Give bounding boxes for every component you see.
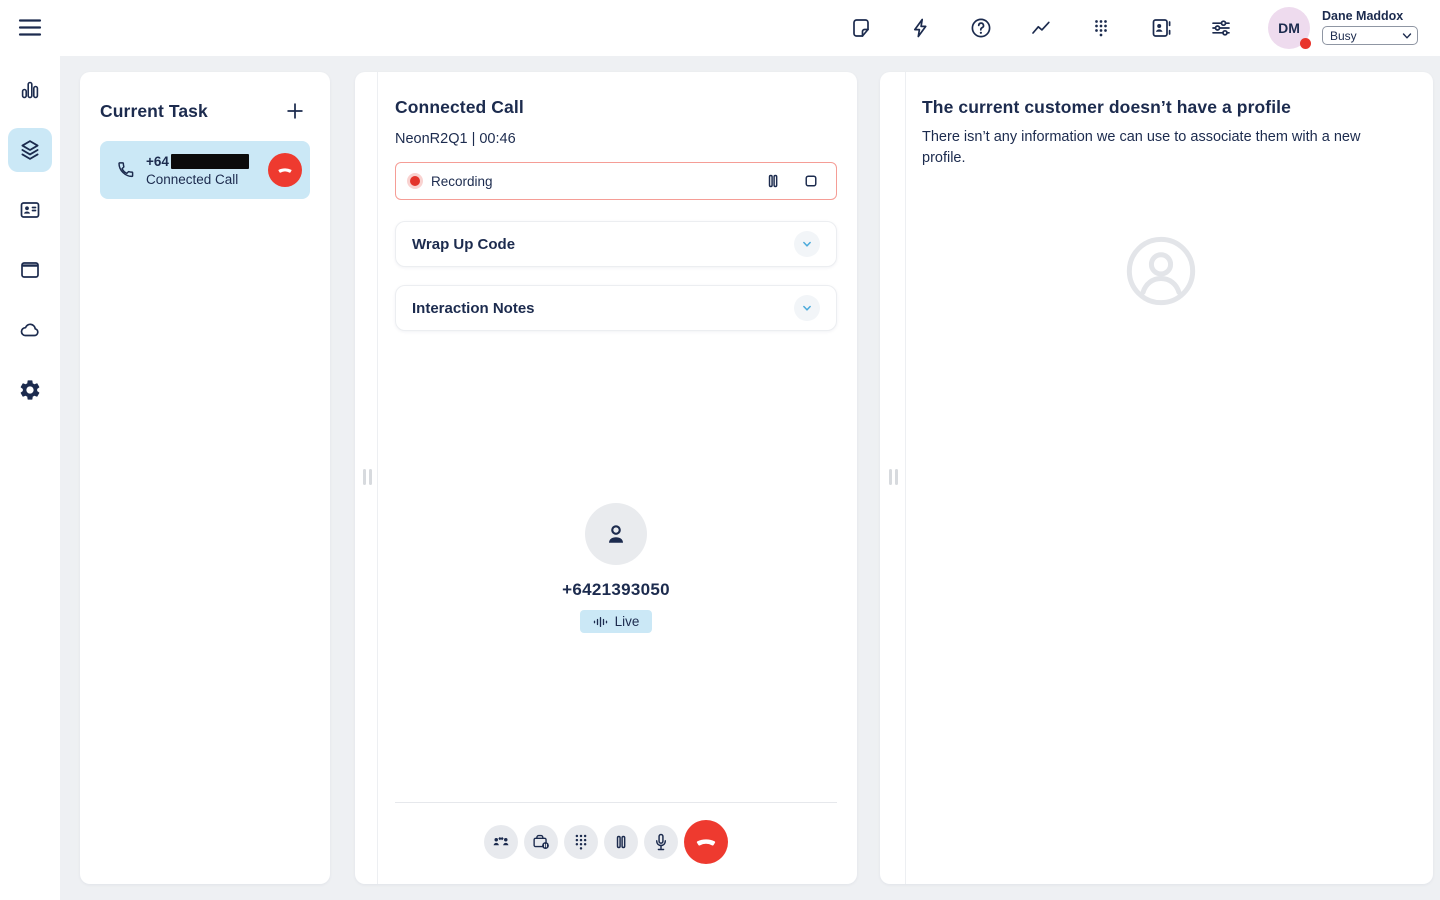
connected-call-title: Connected Call	[395, 97, 837, 118]
contact-avatar	[585, 503, 647, 565]
phone-icon	[114, 159, 136, 181]
performance-icon[interactable]	[1029, 16, 1053, 40]
settings-icon	[18, 378, 42, 402]
user-name: Dane Maddox	[1322, 9, 1418, 23]
panel-resize-handle[interactable]	[363, 469, 372, 485]
avatar[interactable]: DM	[1268, 7, 1310, 49]
recording-label: Recording	[431, 174, 493, 189]
current-task-panel: Current Task +64 Connected Call	[80, 72, 330, 884]
call-controls	[355, 820, 857, 864]
panel-gutter	[355, 72, 378, 884]
waveform-icon	[593, 615, 608, 629]
quick-actions-icon[interactable]	[909, 16, 933, 40]
session-info: NeonR2Q1 | 00:46	[395, 131, 837, 147]
mute-icon[interactable]	[644, 825, 678, 859]
notes-icon[interactable]	[849, 16, 873, 40]
user-block: Dane Maddox Busy	[1322, 9, 1418, 45]
current-task-title: Current Task	[100, 101, 208, 122]
transfer-icon[interactable]	[484, 825, 518, 859]
sidebar-item-analytics[interactable]	[8, 68, 52, 112]
status-dot	[1300, 38, 1311, 49]
analytics-icon	[18, 78, 42, 102]
no-profile-title: The current customer doesn’t have a prof…	[922, 97, 1409, 118]
task-number: +64	[146, 154, 249, 169]
sidebar-item-settings[interactable]	[8, 368, 52, 412]
cloud-icon	[18, 318, 42, 342]
dialpad-icon[interactable]	[1089, 16, 1113, 40]
live-badge: Live	[580, 610, 653, 633]
panel-resize-handle[interactable]	[889, 469, 898, 485]
help-icon[interactable]	[969, 16, 993, 40]
panel-gutter	[880, 72, 906, 884]
directory-icon	[18, 198, 42, 222]
interaction-notes-accordion[interactable]: Interaction Notes	[395, 285, 837, 331]
redacted-number	[171, 154, 249, 169]
chevron-down-icon	[794, 295, 820, 321]
preferences-icon[interactable]	[1209, 16, 1233, 40]
stop-recording-icon[interactable]	[800, 170, 822, 192]
no-profile-description: There isn’t any information we can use t…	[922, 127, 1400, 169]
end-call-icon[interactable]	[684, 820, 728, 864]
end-call-icon[interactable]	[268, 153, 302, 187]
contact-number: +6421393050	[395, 580, 837, 600]
topbar-icon-row	[849, 16, 1233, 40]
recording-bar: Recording	[395, 162, 837, 200]
profile-placeholder-icon	[1121, 231, 1201, 311]
task-card[interactable]: +64 Connected Call	[100, 141, 310, 199]
sidebar-item-apps[interactable]	[8, 248, 52, 292]
chevron-down-icon	[794, 231, 820, 257]
live-label: Live	[615, 614, 640, 629]
hold-icon[interactable]	[604, 825, 638, 859]
wrap-up-code-label: Wrap Up Code	[412, 236, 515, 253]
contacts-icon[interactable]	[1149, 16, 1173, 40]
interactions-icon	[17, 137, 43, 163]
customer-profile-panel: The current customer doesn’t have a prof…	[880, 72, 1433, 884]
person-icon	[601, 519, 631, 549]
sidebar-item-cloud[interactable]	[8, 308, 52, 352]
menu-icon[interactable]	[16, 16, 44, 40]
divider	[395, 802, 837, 803]
avatar-initials: DM	[1278, 20, 1300, 36]
interaction-notes-label: Interaction Notes	[412, 300, 535, 317]
apps-icon	[18, 258, 42, 282]
add-task-button[interactable]	[284, 98, 310, 124]
dialpad-icon[interactable]	[564, 825, 598, 859]
sidebar-item-interactions[interactable]	[8, 128, 52, 172]
topbar: DM Dane Maddox Busy	[0, 0, 1440, 56]
recording-dot	[410, 176, 420, 186]
contact-block: +6421393050 Live	[395, 503, 837, 634]
status-select[interactable]: Busy	[1322, 26, 1418, 45]
task-status: Connected Call	[146, 172, 249, 187]
sidebar-item-directory[interactable]	[8, 188, 52, 232]
pause-recording-icon[interactable]	[762, 170, 784, 192]
secure-pause-icon[interactable]	[524, 825, 558, 859]
connected-call-panel: Connected Call NeonR2Q1 | 00:46 Recordin…	[355, 72, 857, 884]
sidebar	[0, 0, 60, 900]
wrap-up-code-accordion[interactable]: Wrap Up Code	[395, 221, 837, 267]
